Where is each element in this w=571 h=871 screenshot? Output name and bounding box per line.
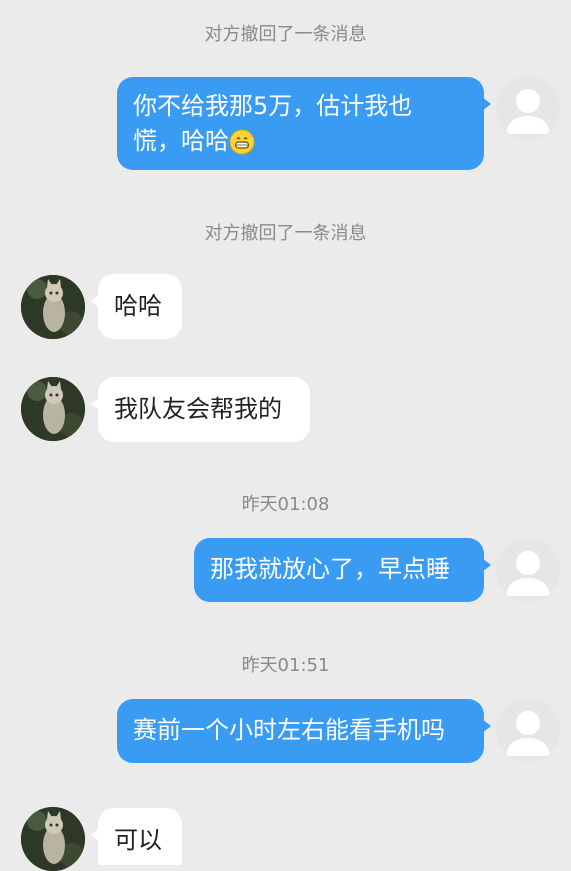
recall-notice: 对方撤回了一条消息 (204, 24, 367, 45)
default-user-icon (496, 538, 560, 602)
my-avatar[interactable] (496, 698, 560, 762)
message-text: 我队友会帮我的 (114, 395, 282, 423)
incoming-message-bubble[interactable]: 哈哈 (91, 274, 182, 339)
timestamp: 昨天01:51 (241, 655, 330, 676)
message-text: 哈哈 (114, 292, 162, 320)
outgoing-message-bubble[interactable]: 你不给我那5万，估计我也 慌，哈哈 (117, 77, 491, 170)
cat-photo-avatar (21, 275, 85, 339)
message-text: 可以 (114, 826, 162, 854)
message-text-line-2: 慌，哈哈 (133, 124, 468, 159)
incoming-message-bubble[interactable]: 我队友会帮我的 (91, 377, 310, 442)
message-text: 那我就放心了，早点睡 (210, 555, 450, 583)
recall-notice: 对方撤回了一条消息 (204, 223, 367, 244)
grinning-face-icon (229, 129, 255, 155)
default-user-icon (496, 698, 560, 762)
outgoing-message-bubble[interactable]: 赛前一个小时左右能看手机吗 (117, 699, 491, 763)
message-text-line-2-text: 慌，哈哈 (133, 127, 229, 155)
cat-photo-avatar (21, 807, 85, 871)
outgoing-message-bubble[interactable]: 那我就放心了，早点睡 (194, 538, 491, 602)
message-text-line-1: 你不给我那5万，估计我也 (133, 92, 413, 120)
my-avatar[interactable] (496, 76, 560, 140)
contact-avatar[interactable] (21, 275, 85, 339)
default-user-icon (496, 76, 560, 140)
contact-avatar[interactable] (21, 377, 85, 441)
timestamp: 昨天01:08 (241, 494, 330, 515)
incoming-message-bubble[interactable]: 可以 (91, 808, 182, 865)
my-avatar[interactable] (496, 538, 560, 602)
cat-photo-avatar (21, 377, 85, 441)
contact-avatar[interactable] (21, 807, 85, 871)
message-text: 赛前一个小时左右能看手机吗 (133, 716, 445, 744)
